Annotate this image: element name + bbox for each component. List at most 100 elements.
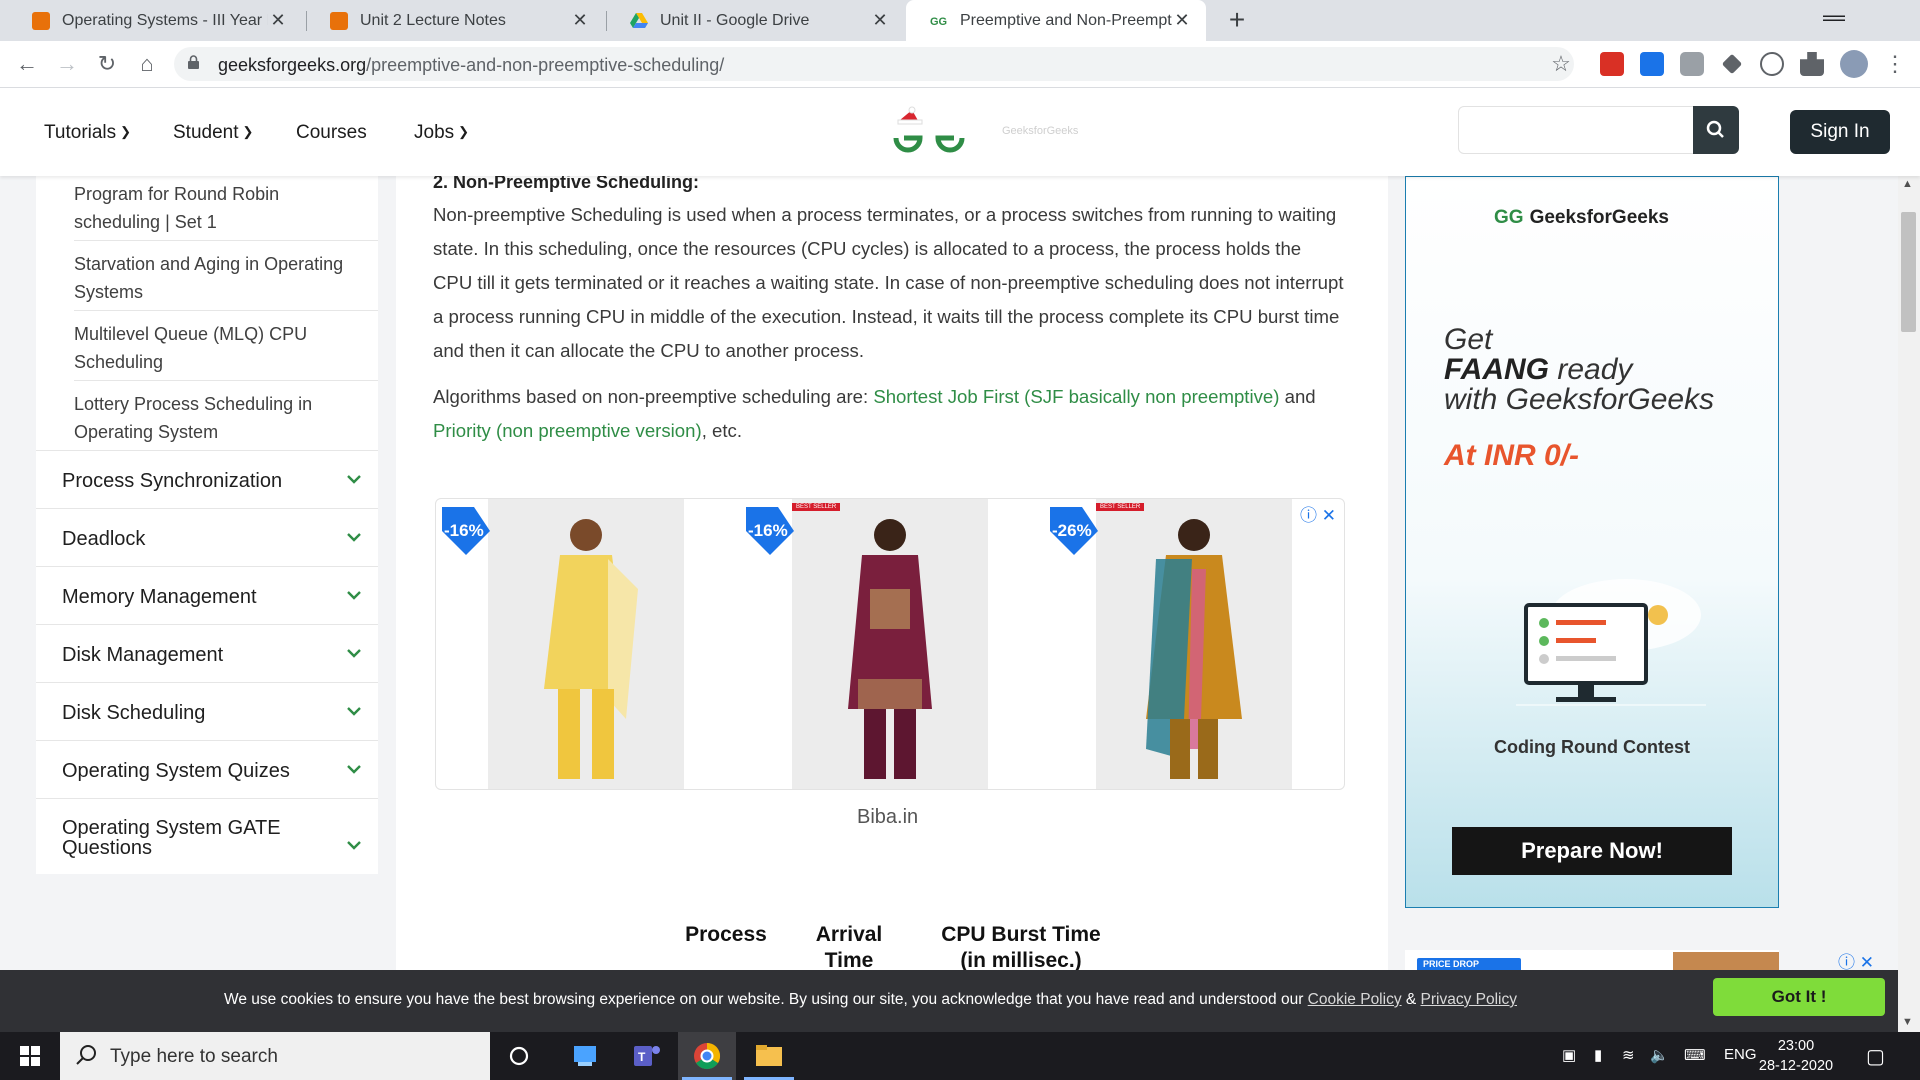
cookie-text: We use cookies to ensure you have the be… — [224, 991, 1308, 1008]
product-image — [488, 499, 684, 789]
minimize-button-glyph[interactable]: — — [1814, 2, 1854, 28]
ad-line2-rest: ready — [1549, 353, 1633, 386]
back-button[interactable]: ← — [14, 51, 40, 77]
divider — [74, 240, 378, 241]
prepare-now-button[interactable]: Prepare Now! — [1452, 827, 1732, 875]
sidebar-item-lottery[interactable]: Lottery Process Scheduling in Operating … — [74, 390, 364, 446]
ad-logo: GG GeeksforGeeks — [1494, 207, 1669, 229]
lock-icon — [188, 55, 199, 69]
home-button[interactable]: ⌂ — [134, 51, 160, 77]
nav-courses[interactable]: Courses — [296, 122, 367, 144]
tab-unit-2-lecture-notes[interactable]: Unit 2 Lecture Notes ✕ — [306, 0, 604, 41]
second-ad[interactable]: PRICE DROP — [1405, 950, 1779, 970]
close-tab-icon[interactable]: ✕ — [570, 10, 590, 31]
wifi-icon[interactable]: ≋ — [1622, 1046, 1635, 1064]
screen-extension-icon[interactable] — [1640, 52, 1664, 76]
privacy-policy-link[interactable]: Privacy Policy — [1421, 991, 1517, 1008]
table-header-arrival: Arrival Time — [815, 923, 883, 970]
cookie-policy-link[interactable]: Cookie Policy — [1308, 991, 1402, 1008]
category-label: Operating System GATE Questions — [62, 817, 281, 859]
cookie-accept-button[interactable]: Got It ! — [1713, 978, 1885, 1016]
windows-taskbar: Type here to search T ▣ ▮ ≋ 🔈 ⌨ ENG 23:0… — [0, 1032, 1920, 1080]
profile-avatar[interactable] — [1840, 50, 1868, 78]
chevron-down-icon: ❯ — [242, 124, 254, 139]
clock-date: 28-12-2020 — [1758, 1058, 1834, 1074]
page-scrollbar[interactable]: ▲ ▼ — [1898, 176, 1920, 1032]
windows-start-icon[interactable] — [20, 1046, 40, 1066]
sidebar-item-round-robin[interactable]: Program for Round Robin scheduling | Set… — [74, 180, 364, 236]
second-ad-image — [1673, 952, 1779, 970]
meet-now-icon[interactable]: ▣ — [1562, 1046, 1576, 1064]
taskbar-search-input[interactable]: Type here to search — [60, 1032, 490, 1080]
scroll-down-arrow-icon[interactable]: ▼ — [1902, 1016, 1913, 1028]
close-tab-icon[interactable]: ✕ — [268, 10, 288, 31]
scroll-up-arrow-icon[interactable]: ▲ — [1902, 178, 1913, 190]
new-tab-button[interactable]: + — [1222, 4, 1252, 36]
gfg-logo-icon[interactable] — [890, 106, 970, 156]
classroom-favicon-icon — [330, 11, 348, 30]
bookmark-star-icon[interactable]: ☆ — [1548, 51, 1574, 77]
clock-time: 23:00 — [1777, 1038, 1815, 1054]
teams-icon[interactable]: T — [616, 1032, 674, 1080]
tab-unit-ii-google-drive[interactable]: Unit II - Google Drive ✕ — [606, 0, 904, 41]
chrome-taskbar-icon[interactable] — [678, 1032, 736, 1080]
classroom-favicon-icon — [32, 11, 50, 30]
divider — [74, 310, 378, 311]
forward-button[interactable]: → — [54, 51, 80, 77]
eyedropper-extension-icon[interactable] — [1721, 53, 1743, 75]
battery-icon[interactable]: ▮ — [1594, 1046, 1602, 1064]
keyboard-icon[interactable]: ⌨ — [1684, 1046, 1706, 1064]
contest-monitor-icon — [1516, 579, 1706, 706]
taskbar-clock[interactable]: 23:00 28-12-2020 — [1756, 1036, 1836, 1076]
close-tab-icon[interactable]: ✕ — [870, 10, 890, 31]
sidebar-item-starvation-aging[interactable]: Starvation and Aging in Operating System… — [74, 250, 364, 306]
circle-extension-icon[interactable] — [1760, 52, 1784, 76]
algos-suffix: , etc. — [701, 420, 742, 441]
browser-menu-icon[interactable]: ⋮ — [1882, 51, 1908, 77]
divider — [36, 682, 378, 683]
volume-icon[interactable]: 🔈 — [1650, 1046, 1669, 1064]
chevron-down-icon — [347, 841, 361, 850]
category-label: Memory Management — [62, 586, 257, 608]
close-tab-icon[interactable]: ✕ — [1172, 10, 1192, 31]
divider — [36, 798, 378, 799]
divider — [36, 508, 378, 509]
category-label: Process Synchronization — [62, 470, 283, 492]
camera-extension-icon[interactable] — [1680, 52, 1704, 76]
nav-student[interactable]: Student ❯ — [173, 122, 253, 144]
tab-operating-systems[interactable]: Operating Systems - III Year IT (B. ✕ — [8, 0, 302, 41]
site-search-button[interactable] — [1693, 106, 1739, 154]
notifications-icon[interactable]: ▢ — [1866, 1044, 1885, 1069]
language-indicator[interactable]: ENG — [1724, 1046, 1757, 1063]
product-image — [1096, 499, 1292, 789]
search-icon — [76, 1045, 96, 1065]
tab-preemptive-scheduling[interactable]: GG Preemptive and Non-Preemptive ✕ — [906, 0, 1206, 41]
tab-title: Unit II - Google Drive — [660, 11, 810, 29]
product-card[interactable]: -16% — [436, 499, 738, 789]
discount-value: -16% — [444, 521, 484, 540]
url-field[interactable]: geeksforgeeks.org/preemptive-and-non-pre… — [174, 47, 1574, 81]
product-ad[interactable]: -16% -16% BEST SELLER -26% BEST SELLER ⓘ… — [435, 498, 1345, 790]
reload-button[interactable]: ↻ — [94, 51, 120, 77]
ad-close-icon[interactable]: ⓘ ✕ — [1300, 501, 1336, 526]
ad-line3: with GeeksforGeeks — [1444, 383, 1715, 416]
sign-in-button[interactable]: Sign In — [1790, 110, 1890, 154]
puzzle-extensions-icon[interactable] — [1800, 52, 1824, 76]
link-sjf[interactable]: Shortest Job First (SJF basically non pr… — [873, 386, 1279, 407]
nav-jobs[interactable]: Jobs ❯ — [414, 122, 469, 144]
ad-source-label[interactable]: Biba.in — [857, 806, 918, 829]
file-explorer-icon[interactable] — [740, 1032, 798, 1080]
scroll-thumb[interactable] — [1901, 212, 1916, 332]
task-view-icon[interactable] — [490, 1032, 548, 1080]
desktop-app-icon[interactable] — [556, 1032, 614, 1080]
pdf-extension-icon[interactable] — [1600, 52, 1624, 76]
product-card[interactable]: -26% BEST SELLER — [1044, 499, 1344, 789]
section-heading: 2. Non-Preemptive Scheduling: — [433, 176, 700, 192]
discount-value: -16% — [748, 521, 788, 540]
link-priority[interactable]: Priority (non preemptive version) — [433, 420, 702, 441]
nav-tutorials[interactable]: Tutorials ❯ — [44, 122, 131, 144]
site-search-input[interactable] — [1458, 106, 1694, 154]
product-card[interactable]: -16% BEST SELLER — [740, 499, 1042, 789]
course-ad[interactable]: GG GeeksforGeeks Get FAANG ready with Gee… — [1405, 176, 1779, 908]
sidebar-item-mlq[interactable]: Multilevel Queue (MLQ) CPU Scheduling — [74, 320, 364, 376]
